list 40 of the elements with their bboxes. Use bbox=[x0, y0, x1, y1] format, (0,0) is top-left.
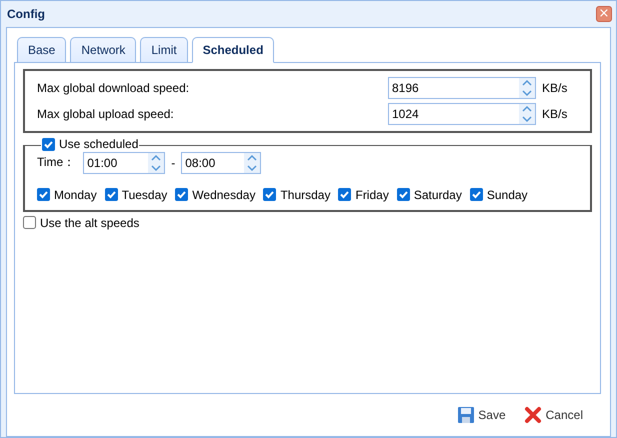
end-time-field[interactable]: 08:00 bbox=[181, 152, 262, 174]
start-time-field[interactable]: 01:00 bbox=[83, 152, 166, 174]
unit-label: KB/s bbox=[541, 107, 568, 121]
spinner-arrows-icon[interactable] bbox=[244, 152, 260, 172]
day-label: Tuesday bbox=[122, 188, 168, 202]
checkbox[interactable] bbox=[263, 188, 276, 201]
checkbox[interactable] bbox=[175, 188, 188, 201]
spinner-arrows-icon[interactable] bbox=[519, 104, 535, 124]
checkbox[interactable] bbox=[396, 188, 410, 201]
tab[interactable]: Network bbox=[70, 37, 136, 62]
tab[interactable]: Base bbox=[17, 37, 66, 62]
speed-field[interactable]: 8196 bbox=[388, 77, 536, 99]
save-button[interactable]: Save bbox=[456, 405, 508, 425]
checkbox-label: Use the alt speeds bbox=[40, 216, 140, 230]
cancel-button[interactable]: Cancel bbox=[522, 404, 585, 426]
speed-label: Max global download speed: bbox=[37, 81, 190, 95]
tab[interactable]: Limit bbox=[140, 37, 188, 62]
spinner-arrows-icon[interactable] bbox=[148, 152, 164, 172]
unit-label: KB/s bbox=[541, 81, 568, 95]
checkbox[interactable] bbox=[42, 138, 55, 150]
checkbox[interactable] bbox=[338, 188, 352, 201]
speed-label: Max global upload speed: bbox=[37, 107, 175, 121]
checkbox[interactable] bbox=[470, 188, 483, 201]
time-label: Time： bbox=[37, 154, 76, 171]
day-label: Wednesday bbox=[192, 188, 256, 202]
speed-field[interactable]: 1024 bbox=[388, 103, 536, 125]
day-label: Friday bbox=[355, 188, 389, 202]
checkbox[interactable] bbox=[37, 188, 50, 201]
separator-text: - bbox=[171, 156, 176, 170]
spinner-arrows-icon[interactable] bbox=[519, 78, 535, 98]
window-title: Config bbox=[7, 7, 45, 21]
tab[interactable]: Scheduled bbox=[192, 37, 274, 63]
day-label: Thursday bbox=[280, 188, 330, 202]
cross-icon bbox=[524, 406, 542, 424]
day-label: Monday bbox=[54, 188, 97, 202]
checkbox-label: Use scheduled bbox=[59, 137, 138, 151]
day-label: Saturday bbox=[414, 188, 462, 202]
checkbox[interactable] bbox=[104, 188, 118, 201]
checkbox[interactable] bbox=[23, 216, 36, 229]
day-label: Sunday bbox=[486, 188, 528, 202]
